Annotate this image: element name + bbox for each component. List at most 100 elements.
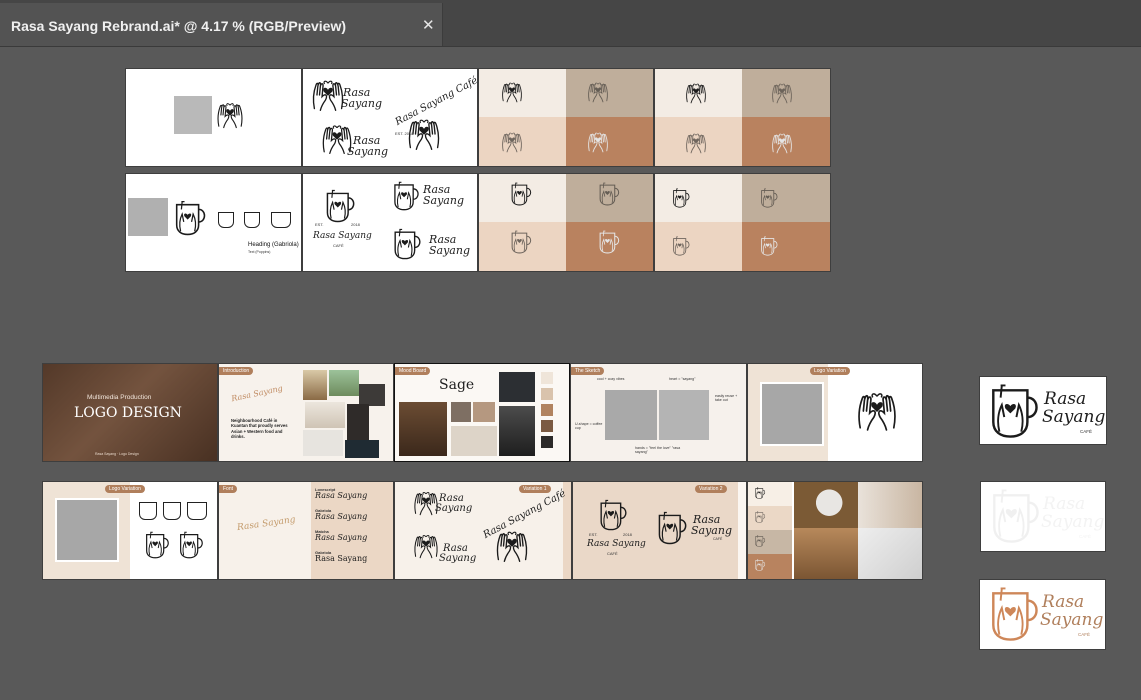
artboard-hands-color-grid[interactable]: [479, 69, 653, 166]
wordmark-sayang: Sayang: [1042, 407, 1106, 427]
hands-logo-icon: [496, 531, 528, 562]
est-label: EST.: [589, 532, 598, 537]
cup-logo-icon: [511, 182, 532, 206]
hands-logo-icon: [217, 103, 243, 129]
wordmark-rasa: Rasa: [1043, 494, 1086, 514]
hands-logo-icon: [414, 534, 438, 559]
cafe-label: CAFÉ: [1080, 429, 1093, 434]
swatch-3: [541, 404, 553, 416]
wordmark-sayang: Sayang: [341, 97, 382, 110]
slide-logo-variation-2[interactable]: Logo Variation: [43, 482, 217, 579]
font-note-text: Text (Poppins): [248, 250, 271, 254]
cover-footer: Rasa Sayang · Logo Design: [95, 452, 139, 456]
document-tab-title[interactable]: Rasa Sayang Rebrand.ai* @ 4.17 % (RGB/Pr…: [11, 18, 346, 34]
artboard-arc-color-grid[interactable]: [655, 69, 830, 166]
slide-header-pill: Logo Variation: [810, 367, 850, 375]
mood-photo-2: [451, 402, 471, 422]
wordmark-sayang: Sayang: [429, 244, 470, 257]
close-icon[interactable]: ✕: [422, 16, 435, 34]
scanned-sketch-image: [128, 198, 168, 236]
artboard-hands-logos[interactable]: Rasa Sayang Rasa Sayang Rasa Sayang Café…: [303, 69, 477, 166]
hands-logo-icon: [858, 393, 896, 431]
cover-title: LOGO DESIGN: [74, 405, 182, 421]
hands-logo-icon: [588, 82, 608, 103]
wordmark-sayang: Sayang: [1041, 512, 1105, 532]
cup-logo-icon: [755, 487, 766, 499]
sketch-image: [55, 498, 119, 562]
cup-logo-icon: [599, 182, 620, 206]
artboard-logo-black[interactable]: Rasa Sayang CAFÉ: [980, 377, 1106, 444]
document-tab[interactable]: Rasa Sayang Rebrand.ai* @ 4.17 % (RGB/Pr…: [0, 3, 443, 46]
slide-cover[interactable]: Multimedia Production LOGO DESIGN Rasa S…: [43, 364, 217, 461]
document-tab-bar: Rasa Sayang Rebrand.ai* @ 4.17 % (RGB/Pr…: [0, 0, 1141, 47]
artboard-cup-sketches[interactable]: Heading (Gabriola) Text (Poppins): [126, 174, 301, 271]
artboard-sketch-hands[interactable]: [126, 69, 301, 166]
slide-mockups[interactable]: [748, 482, 922, 579]
food-photo-4: [305, 402, 345, 428]
cup-logo-icon: [761, 236, 778, 256]
wordmark-rasa-sayang: Rasa Sayang: [236, 514, 297, 534]
food-photo-1: [303, 370, 327, 400]
mockup-business-card-photo: [858, 528, 922, 579]
slide-header-pill: Variation 2: [695, 485, 727, 493]
cup-logo-icon: [599, 230, 620, 254]
slide-header-pill: Mood Board: [395, 367, 431, 375]
cover-subtitle: Multimedia Production: [87, 394, 152, 401]
food-photo-6: [303, 430, 343, 456]
slide-font[interactable]: Font Rasa Sayang Lovescript Rasa Sayang …: [219, 482, 393, 579]
mood-photo-4: [451, 426, 497, 456]
hands-logo-icon: [502, 132, 522, 153]
hands-logo-icon: [772, 83, 792, 104]
food-photo-3: [359, 384, 385, 406]
food-photo-2: [329, 370, 359, 396]
cup-logo-icon: [394, 228, 421, 260]
mockup-cup-lid-photo: [794, 482, 858, 528]
artboard-canvas[interactable]: Rasa Sayang Rasa Sayang Rasa Sayang Café…: [0, 47, 1141, 700]
cup-logo-icon: [755, 559, 766, 571]
wordmark-rasa-sayang: Rasa Sayang: [587, 539, 646, 549]
slide-the-sketch[interactable]: The Sketch cool + cozy vibes heart = "sa…: [571, 364, 746, 461]
slide-introduction[interactable]: Introduction Rasa Sayang Neighbourhood C…: [219, 364, 393, 461]
slide-mood-board[interactable]: Mood Board Sage: [395, 364, 569, 461]
hands-logo-icon: [588, 132, 608, 153]
cup-logo-icon: [755, 535, 766, 547]
sketch-note-5: easily reuse + take out: [715, 394, 738, 403]
wordmark-sayang: Sayang: [691, 524, 732, 537]
cup-logo-icon: [600, 499, 627, 531]
artboard-logo-brown[interactable]: Rasa Sayang CAFÉ: [980, 580, 1105, 649]
slide-logo-variation-1[interactable]: Logo Variation: [748, 364, 922, 461]
cup-logo-icon: [180, 531, 203, 559]
sketch-note-2: heart = "sayang": [669, 377, 696, 381]
mood-photo-5: [499, 372, 535, 402]
wordmark-rasa-sayang: Rasa Sayang: [313, 231, 372, 241]
font-sample-4: Rasa Sayang: [315, 554, 368, 563]
artboard-logo-white[interactable]: Rasa Sayang CAFÉ: [981, 482, 1105, 551]
sketch-note-3: U-shape = coffee cup: [575, 422, 603, 431]
est-label: EST.: [315, 222, 324, 227]
font-sample-3: Rasa Sayang: [315, 533, 368, 542]
cup-logo-icon: [761, 188, 778, 208]
mood-word-sage: Sage: [439, 377, 475, 393]
cup-logo-icon: [175, 200, 206, 236]
slide-header-pill: The Sketch: [571, 367, 605, 375]
artboard-cup-logos[interactable]: EST. 2018 Rasa Sayang CAFÉ Rasa Sayang R…: [303, 174, 477, 271]
cafe-label: CAFÉ: [607, 551, 618, 556]
slide-header-pill: Introduction: [219, 367, 254, 375]
cup-logo-icon: [673, 188, 690, 208]
intro-description: Neighbourhood Café in Kuantan that proud…: [231, 418, 288, 439]
cup-sketch-1: [218, 212, 234, 228]
artboard-cup-horizontal-grid[interactable]: [655, 174, 830, 271]
wordmark-sayang: Sayang: [439, 553, 477, 564]
cup-sketch-1: [139, 502, 157, 520]
est-year-text: EST. 2018: [395, 131, 414, 136]
hands-logo-icon: [502, 82, 522, 103]
cafe-label: CAFÉ: [333, 243, 344, 248]
cup-logo-icon: [394, 181, 419, 211]
cafe-label: CAFÉ: [1078, 632, 1091, 637]
slide-variation-2[interactable]: Variation 2 EST. 2018 Rasa Sayang CAFÉ R…: [573, 482, 746, 579]
wordmark-sayang: Sayang: [435, 503, 473, 514]
artboard-cup-color-grid[interactable]: [479, 174, 653, 271]
mockup-paper-bag-photo: [794, 528, 858, 579]
slide-variation-1[interactable]: Variation 1 Rasa Sayang Rasa Sayang Rasa…: [395, 482, 571, 579]
hands-logo-icon: [686, 83, 706, 104]
